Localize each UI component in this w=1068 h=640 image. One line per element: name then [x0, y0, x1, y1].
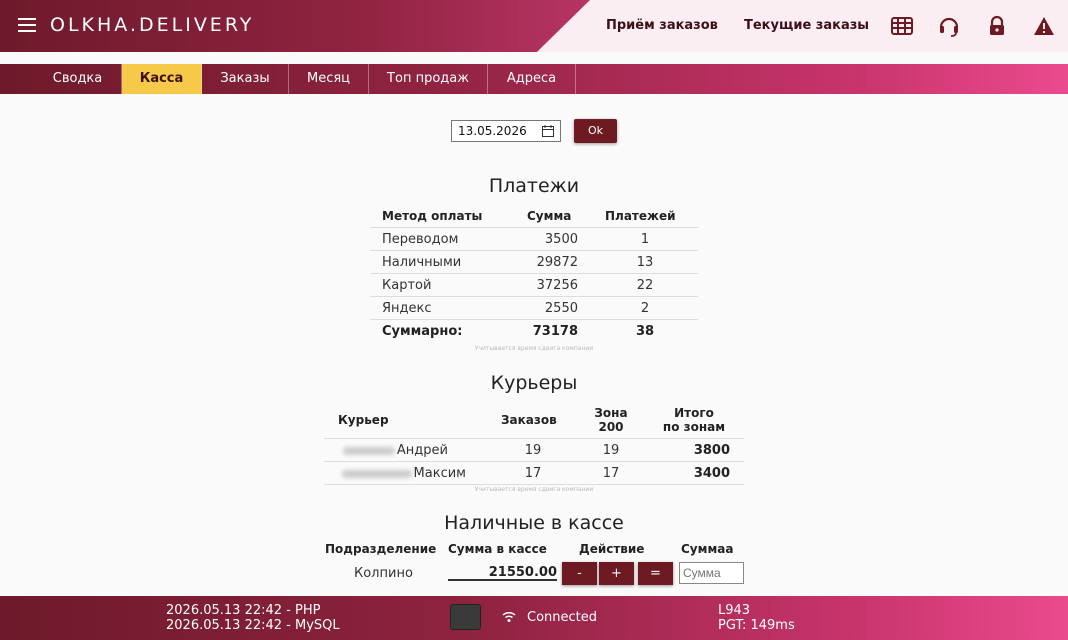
payments-header-sum: Сумма: [527, 209, 572, 223]
divider: [324, 461, 744, 462]
tab-cash[interactable]: Касса: [122, 64, 202, 94]
date-value: 13.05.2026: [458, 124, 527, 138]
app-logo[interactable]: OLKHA.DELIVERY: [50, 14, 254, 36]
divider: [370, 227, 698, 228]
divider: [324, 438, 744, 439]
payment-count: 1: [640, 232, 650, 247]
couriers-header-zone: Зона: [594, 406, 628, 420]
wifi-icon: [502, 611, 516, 622]
payment-count: 22: [636, 278, 654, 293]
couriers-header-courier: Курьер: [338, 413, 389, 427]
tab-month[interactable]: Месяц: [289, 64, 369, 94]
cash-division: Колпино: [354, 566, 413, 581]
connection-status: Connected: [527, 610, 598, 625]
calendar-icon[interactable]: [542, 125, 554, 137]
payments-note: Учитывается время сдвига компании: [474, 345, 594, 352]
payment-sum: 37256: [536, 278, 578, 293]
cash-header-action: Действие: [579, 542, 645, 556]
warning-icon[interactable]: [1033, 15, 1055, 37]
nav-accept-orders[interactable]: Приём заказов: [606, 18, 718, 33]
lock-icon[interactable]: [986, 15, 1008, 37]
couriers-title: Курьеры: [490, 372, 578, 394]
redacted-surname: [342, 446, 395, 455]
courier-total: 3800: [693, 443, 730, 458]
courier-total: 3400: [693, 466, 730, 481]
tabs-bar: Сводка Касса Заказы Месяц Топ продаж Адр…: [0, 64, 1068, 94]
divider: [370, 296, 698, 297]
courier-orders: 17: [524, 466, 542, 481]
status-footer: 2026.05.13 22:42 - PHP 2026.05.13 22:42 …: [0, 596, 1068, 640]
courier-name: Максим: [338, 466, 466, 481]
php-timestamp: 2026.05.13 22:42 - PHP: [166, 603, 321, 618]
hamburger-menu-icon[interactable]: [18, 18, 36, 32]
payments-header-method: Метод оплаты: [382, 209, 483, 223]
payment-sum: 29872: [536, 255, 578, 270]
divider: [370, 273, 698, 274]
couriers-note: Учитывается время сдвига компании: [474, 486, 594, 493]
set-equal-button[interactable]: =: [638, 562, 673, 585]
payment-sum: 2550: [544, 301, 578, 316]
couriers-header-zone-value: 200: [598, 420, 624, 434]
tab-orders[interactable]: Заказы: [202, 64, 289, 94]
nav-current-orders[interactable]: Текущие заказы: [744, 18, 869, 33]
headset-icon[interactable]: [938, 15, 960, 37]
payment-method: Наличными: [382, 255, 462, 270]
line-number: L943: [718, 603, 751, 618]
couriers-header-orders: Заказов: [501, 413, 557, 427]
grid-icon[interactable]: [891, 15, 913, 37]
payment-total-label: Суммарно:: [382, 324, 463, 339]
tab-top-sales[interactable]: Топ продаж: [369, 64, 488, 94]
payment-count: 2: [640, 301, 650, 316]
subtract-button[interactable]: -: [562, 562, 597, 585]
amount-input[interactable]: [679, 562, 744, 584]
payment-count: 13: [636, 255, 654, 270]
couriers-header-total-zones: по зонам: [662, 420, 726, 434]
cash-header-division: Подразделение: [325, 542, 437, 556]
divider: [370, 250, 698, 251]
date-input[interactable]: 13.05.2026: [451, 120, 561, 142]
courier-name: Андрей: [338, 443, 448, 458]
payment-method: Картой: [382, 278, 432, 293]
cash-sum-value: 21550.00: [448, 565, 557, 581]
divider: [324, 484, 744, 485]
courier-orders: 19: [524, 443, 542, 458]
mysql-timestamp: 2026.05.13 22:42 - MySQL: [166, 618, 340, 633]
page-gen-time: PGT: 149ms: [718, 618, 795, 633]
courier-zone: 17: [602, 466, 620, 481]
courier-first-name: Максим: [413, 466, 466, 481]
courier-zone: 19: [602, 443, 620, 458]
payment-method: Яндекс: [382, 301, 432, 316]
payment-total-sum: 73178: [532, 324, 578, 339]
payment-total-count: 38: [635, 324, 655, 339]
divider: [370, 319, 698, 320]
payments-title: Платежи: [488, 175, 580, 197]
tab-addresses[interactable]: Адреса: [488, 64, 576, 94]
couriers-header-total: Итого: [674, 406, 714, 420]
cash-title: Наличные в кассе: [444, 512, 624, 534]
payment-method: Переводом: [382, 232, 459, 247]
courier-first-name: Андрей: [396, 443, 448, 458]
app-header: OLKHA.DELIVERY Приём заказов Текущие зак…: [0, 0, 1068, 52]
redacted-surname: [341, 469, 412, 478]
database-status-icon: [450, 604, 481, 630]
cash-header-amount: Суммаа: [681, 542, 734, 556]
payments-header-count: Платежей: [605, 209, 676, 223]
payment-sum: 3500: [544, 232, 578, 247]
tab-summary[interactable]: Сводка: [34, 64, 122, 94]
add-button[interactable]: +: [599, 562, 634, 585]
cash-header-sum: Сумма в кассе: [448, 542, 547, 556]
ok-button[interactable]: Ok: [574, 119, 617, 143]
